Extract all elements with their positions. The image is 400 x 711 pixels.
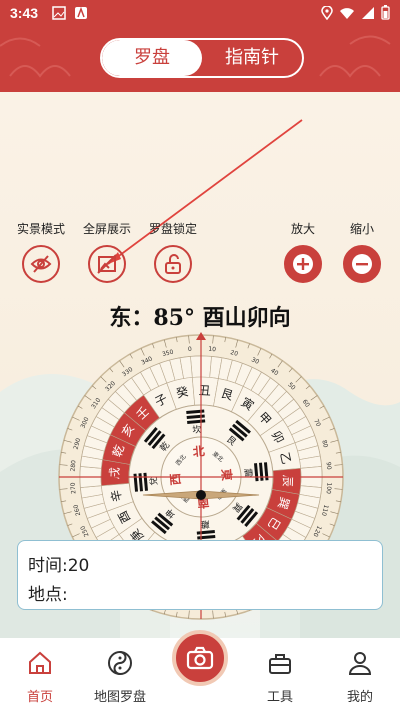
header-bar: 罗盘 指南针 bbox=[0, 26, 400, 92]
plus-icon bbox=[293, 254, 313, 274]
camera-icon bbox=[186, 646, 214, 670]
unlock-icon bbox=[165, 254, 181, 274]
font-icon bbox=[75, 6, 87, 19]
zoom-in-label: 放大 bbox=[290, 222, 315, 236]
lock-compass[interactable]: 罗盘锁定 bbox=[143, 220, 203, 283]
tab-compass[interactable]: 指南针 bbox=[202, 40, 302, 76]
image-off-icon bbox=[97, 254, 117, 274]
toolbox-icon bbox=[269, 654, 291, 674]
trigram-label: 兌 bbox=[148, 476, 160, 486]
notification-icons bbox=[52, 6, 88, 20]
location-icon bbox=[321, 5, 333, 20]
lock-label: 罗盘锁定 bbox=[148, 222, 197, 236]
degree-label: 10 bbox=[208, 346, 216, 354]
minus-icon bbox=[352, 254, 372, 274]
eye-off-icon bbox=[30, 255, 52, 273]
mode-segmented-control: 罗盘 指南针 bbox=[100, 38, 304, 78]
degree-label: 270 bbox=[69, 482, 77, 494]
trigram-label: 離 bbox=[200, 518, 210, 531]
system-icons bbox=[321, 5, 390, 20]
realview-button[interactable] bbox=[22, 245, 60, 283]
tab-luopan[interactable]: 罗盘 bbox=[102, 40, 202, 76]
tab-map-label: 地图罗盘 bbox=[93, 690, 146, 705]
yinyang-icon bbox=[108, 651, 132, 675]
center-direction-label: 西 bbox=[168, 473, 183, 486]
tab-me-label: 我的 bbox=[346, 690, 373, 705]
tab-tools[interactable]: 工具 bbox=[240, 650, 320, 705]
tab-map-compass[interactable]: 地图罗盘 bbox=[80, 650, 160, 705]
home-icon bbox=[29, 651, 51, 674]
trigram-label: 坎 bbox=[192, 423, 202, 436]
center-direction-label: 北 bbox=[192, 443, 205, 459]
degree-label: 90 bbox=[325, 462, 333, 470]
fullscreen-mode[interactable]: 全屏展示 bbox=[77, 220, 137, 283]
degree-label: 100 bbox=[325, 482, 333, 494]
fullscreen-button[interactable] bbox=[88, 245, 126, 283]
mountain-label: 辰 bbox=[280, 474, 295, 487]
battery-icon bbox=[381, 5, 390, 20]
zoom-in[interactable]: 放大 bbox=[273, 220, 333, 283]
zoom-in-button[interactable] bbox=[284, 245, 322, 283]
mountain-label: 丑 bbox=[198, 383, 211, 398]
realview-mode[interactable]: 实景模式 bbox=[11, 220, 71, 283]
zoom-out[interactable]: 缩小 bbox=[332, 220, 392, 283]
tab-home-label: 首页 bbox=[26, 690, 53, 705]
realview-label: 实景模式 bbox=[16, 222, 65, 236]
tab-tools-label: 工具 bbox=[266, 690, 293, 705]
needle-pivot bbox=[196, 490, 206, 500]
trigram-symbol bbox=[254, 462, 269, 482]
degree-label: 280 bbox=[70, 460, 78, 472]
lock-button[interactable] bbox=[154, 245, 192, 283]
direction-readout: 东：85° 酉山卯向 bbox=[109, 305, 291, 331]
info-panel: 时间:20 地点: bbox=[17, 540, 383, 610]
wifi-icon bbox=[340, 7, 354, 19]
signal-icon bbox=[362, 6, 374, 19]
status-bar: 3:43 bbox=[0, 0, 400, 26]
tab-me[interactable]: 我的 bbox=[320, 650, 400, 705]
mountain-label: 戌 bbox=[107, 467, 122, 480]
image-icon bbox=[52, 6, 66, 20]
trigram-symbol bbox=[133, 472, 148, 492]
trigram-symbol bbox=[186, 409, 206, 424]
trigram-label: 震 bbox=[242, 468, 254, 478]
center-direction-label: 東 bbox=[219, 468, 235, 481]
status-time: 3:43 bbox=[10, 5, 39, 21]
tab-home[interactable]: 首页 bbox=[0, 650, 80, 705]
place-row: 地点: bbox=[28, 585, 68, 605]
degree-label: 0 bbox=[188, 346, 193, 353]
time-row: 时间:20 bbox=[28, 556, 90, 576]
fullscreen-label: 全屏展示 bbox=[82, 222, 131, 236]
camera-button[interactable] bbox=[172, 630, 228, 686]
zoom-out-label: 缩小 bbox=[349, 222, 374, 236]
zoom-out-button[interactable] bbox=[343, 245, 381, 283]
user-icon bbox=[348, 652, 372, 675]
